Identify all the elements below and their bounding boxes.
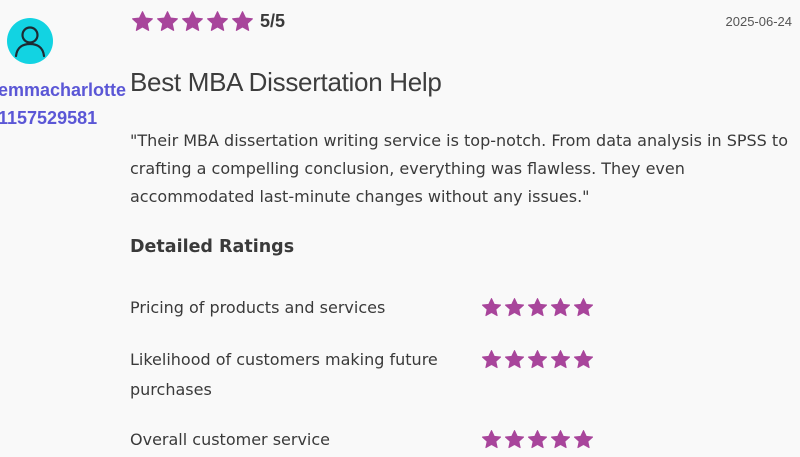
star-icon [527, 298, 548, 317]
star-icon [527, 350, 548, 369]
star-icon [504, 298, 525, 317]
review-body: "Their MBA dissertation writing service … [130, 131, 788, 206]
star-icon [207, 11, 228, 31]
user-icon [14, 26, 46, 58]
star-icon [550, 430, 571, 449]
criteria-label: Overall customer service [130, 430, 331, 449]
star-icon [504, 350, 525, 369]
star-icon [573, 430, 594, 449]
star-icon [232, 11, 253, 31]
star-icon [182, 11, 203, 31]
star-icon [132, 11, 153, 31]
criteria-stars [481, 349, 594, 370]
review-card: emmacharlotte1157529581 5/5 2025-06-24 B… [0, 0, 800, 457]
overall-rating: 5/5 [131, 10, 285, 33]
star-icon [550, 298, 571, 317]
criteria-label: Likelihood of customers making future pu… [130, 350, 438, 399]
star-icon [573, 298, 594, 317]
star-icon [157, 11, 178, 31]
rating-score: 5/5 [260, 11, 286, 31]
overall-rating-stars [131, 10, 254, 33]
avatar[interactable] [7, 18, 53, 64]
star-icon [527, 430, 548, 449]
star-icon [481, 430, 502, 449]
review-title: Best MBA Dissertation Help [130, 67, 442, 97]
reviewer-username[interactable]: emmacharlotte1157529581 [0, 76, 132, 132]
star-icon [550, 350, 571, 369]
star-icon [573, 350, 594, 369]
criteria-stars [481, 297, 594, 318]
star-icon [481, 350, 502, 369]
star-icon [481, 298, 502, 317]
star-icon [504, 430, 525, 449]
criteria-label: Pricing of products and services [130, 298, 386, 317]
review-date: 2025-06-24 [725, 14, 793, 29]
detailed-ratings-heading: Detailed Ratings [130, 237, 295, 257]
criteria-stars [481, 429, 594, 450]
